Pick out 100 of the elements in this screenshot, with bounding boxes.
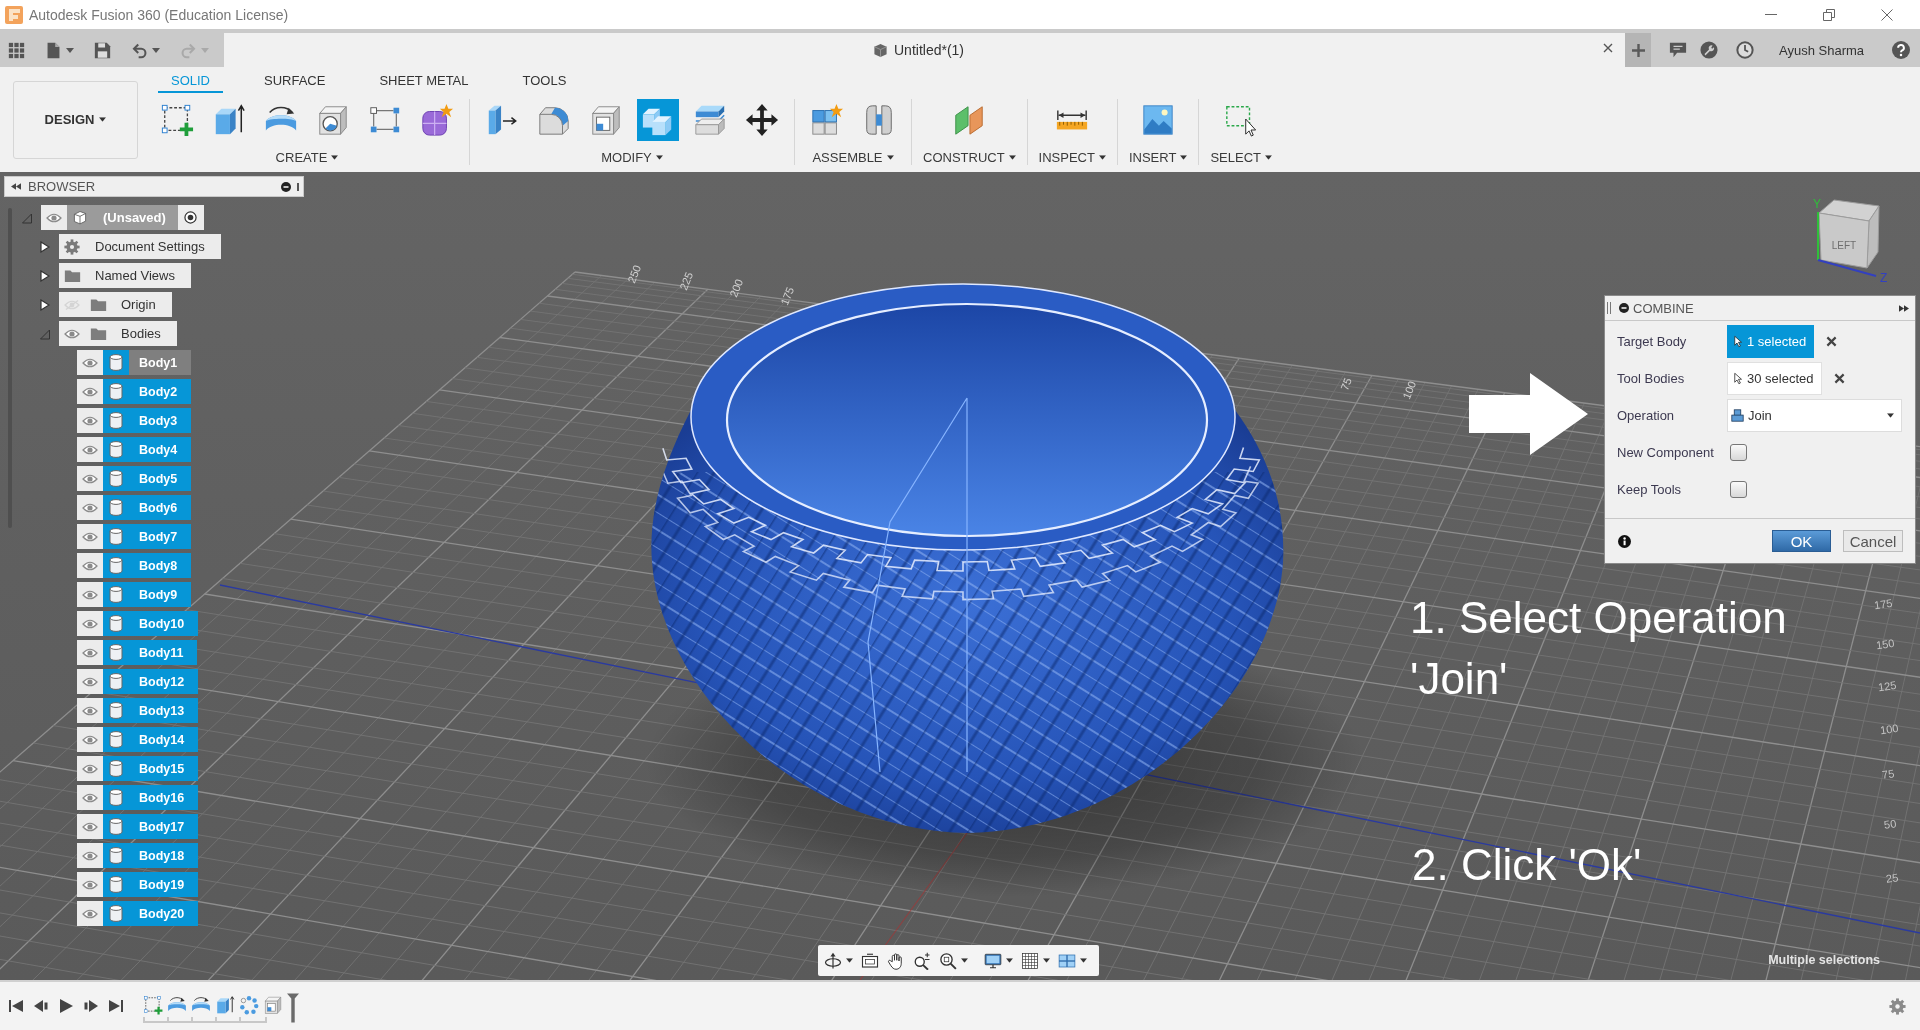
- cube-face-label[interactable]: LEFT: [1831, 240, 1857, 251]
- expand-triangle-icon[interactable]: [40, 269, 50, 282]
- file-menu-button[interactable]: [45, 41, 74, 59]
- tree-item[interactable]: Body13: [129, 698, 199, 723]
- eye-icon[interactable]: [82, 386, 98, 397]
- ok-button[interactable]: OK: [1772, 530, 1831, 552]
- checkbox[interactable]: [1730, 444, 1747, 461]
- eye-icon[interactable]: [82, 792, 98, 803]
- ribbon-menu-button[interactable]: ASSEMBLE: [812, 150, 894, 165]
- eye-icon[interactable]: [82, 618, 98, 629]
- eye-icon[interactable]: [64, 328, 80, 339]
- eye-icon[interactable]: [82, 560, 98, 571]
- tree-item[interactable]: Body16: [129, 785, 199, 810]
- eye-icon[interactable]: [82, 502, 98, 513]
- tree-item[interactable]: Body19: [129, 872, 199, 897]
- eye-icon[interactable]: [82, 647, 98, 658]
- apps-menu-button[interactable]: [8, 41, 25, 59]
- close-icon[interactable]: [1603, 43, 1613, 53]
- eye-icon[interactable]: [82, 676, 98, 687]
- eye-icon[interactable]: [82, 850, 98, 861]
- ribbon-tab[interactable]: TOOLS: [509, 73, 580, 93]
- eye-icon[interactable]: [82, 357, 98, 368]
- double-arrow-icon[interactable]: [1899, 304, 1909, 312]
- circular-pattern-icon[interactable]: [239, 995, 259, 1015]
- eye-icon[interactable]: [82, 734, 98, 745]
- ribbon-tab[interactable]: SOLID: [158, 73, 223, 93]
- tree-item[interactable]: Body5: [129, 466, 192, 491]
- tree-item[interactable]: Body14: [129, 727, 199, 752]
- document-tab[interactable]: Untitled*(1): [894, 42, 964, 58]
- tree-item[interactable]: Body7: [129, 524, 192, 549]
- wrench-icon[interactable]: [1700, 41, 1718, 59]
- help-icon[interactable]: [1892, 41, 1911, 59]
- look-at-icon[interactable]: [861, 951, 879, 970]
- selection-button[interactable]: 30 selected: [1727, 362, 1822, 395]
- eye-icon[interactable]: [82, 531, 98, 542]
- caret-icon[interactable]: [1080, 958, 1087, 963]
- grid-icon[interactable]: [1021, 951, 1039, 970]
- ribbon-menu-button[interactable]: SELECT: [1210, 150, 1272, 165]
- skip-to-end-icon[interactable]: [108, 998, 124, 1014]
- tree-item[interactable]: Body17: [129, 814, 199, 839]
- save-button[interactable]: [94, 41, 111, 59]
- tree-item[interactable]: Body20: [129, 901, 199, 926]
- eye-icon[interactable]: [82, 444, 98, 455]
- eye-icon[interactable]: [82, 589, 98, 600]
- eye-icon[interactable]: [46, 212, 62, 223]
- clock-icon[interactable]: [1736, 41, 1754, 59]
- info-icon[interactable]: [1618, 534, 1631, 548]
- eye-icon[interactable]: [82, 821, 98, 832]
- tree-item[interactable]: Body11: [129, 640, 198, 665]
- eye-icon[interactable]: [82, 879, 98, 890]
- sketch-feature-icon[interactable]: [143, 995, 163, 1015]
- minus-circle-icon[interactable]: [1619, 303, 1629, 313]
- skip-to-start-icon[interactable]: [8, 998, 24, 1014]
- tree-item[interactable]: Body10: [129, 611, 199, 636]
- viewports-icon[interactable]: [1058, 951, 1076, 970]
- timeline-marker[interactable]: [287, 992, 299, 1024]
- caret-icon[interactable]: [846, 958, 853, 963]
- collapse-triangle-icon[interactable]: [40, 327, 50, 340]
- checkbox[interactable]: [1730, 481, 1747, 498]
- comment-icon[interactable]: [1669, 41, 1687, 59]
- ribbon-tab[interactable]: SHEET METAL: [366, 73, 482, 93]
- tree-item[interactable]: Body18: [129, 843, 199, 868]
- tree-item[interactable]: Body1: [129, 350, 192, 375]
- expand-triangle-icon[interactable]: [40, 240, 50, 253]
- monitor-icon[interactable]: [984, 951, 1002, 970]
- shell-feature-icon[interactable]: [263, 995, 283, 1015]
- eye-icon[interactable]: [82, 908, 98, 919]
- play-icon[interactable]: [58, 998, 74, 1014]
- tree-item[interactable]: Body8: [129, 553, 192, 578]
- step-forward-icon[interactable]: [83, 998, 99, 1014]
- collapse-arrows-icon[interactable]: [11, 183, 21, 190]
- workspace-menu-button[interactable]: DESIGN: [13, 80, 138, 159]
- zoom-icon[interactable]: [939, 951, 957, 970]
- settings-icon[interactable]: [1889, 997, 1906, 1015]
- eye-icon[interactable]: [82, 473, 98, 484]
- undo-button[interactable]: [131, 41, 160, 59]
- eye-icon[interactable]: [82, 705, 98, 716]
- ribbon-menu-button[interactable]: CONSTRUCT: [923, 150, 1016, 165]
- ribbon-menu-button[interactable]: CREATE: [275, 150, 339, 165]
- eye-icon[interactable]: [82, 415, 98, 426]
- ribbon-tab[interactable]: SURFACE: [251, 73, 339, 93]
- grip-icon[interactable]: [1607, 302, 1611, 314]
- operation-dropdown[interactable]: Join: [1727, 399, 1902, 432]
- zoom-window-icon[interactable]: [913, 951, 931, 970]
- caret-icon[interactable]: [1006, 958, 1013, 963]
- selection-button[interactable]: 1 selected: [1727, 325, 1815, 358]
- tree-item[interactable]: Body9: [129, 582, 192, 607]
- tree-item[interactable]: Body3: [129, 408, 192, 433]
- caret-icon[interactable]: [961, 958, 968, 963]
- tree-item[interactable]: (Unsaved): [93, 205, 178, 230]
- tree-item[interactable]: Body4: [129, 437, 192, 462]
- new-tab-button[interactable]: [1625, 33, 1651, 67]
- minus-circle-icon[interactable]: [281, 181, 291, 192]
- ribbon-menu-button[interactable]: MODIFY: [601, 150, 663, 165]
- clear-icon[interactable]: [1833, 373, 1845, 384]
- orbit-icon[interactable]: [824, 951, 842, 970]
- tree-item[interactable]: Body2: [129, 379, 192, 404]
- cancel-button[interactable]: Cancel: [1843, 530, 1903, 552]
- step-back-icon[interactable]: [33, 998, 49, 1014]
- caret-icon[interactable]: [1043, 958, 1050, 963]
